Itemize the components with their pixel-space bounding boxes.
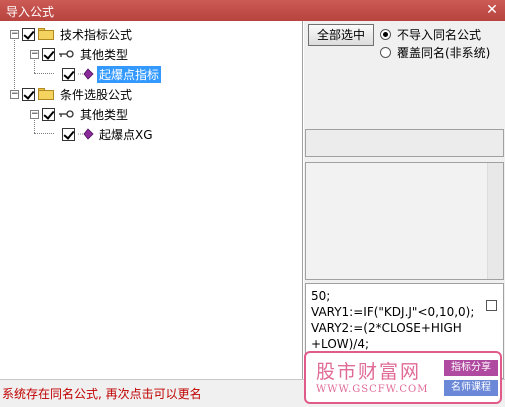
radio-overwrite-duplicates[interactable]: 覆盖同名(非系统) <box>380 44 490 61</box>
options-panel: 全部选中 不导入同名公式 覆盖同名(非系统) 50; VARY1:=IF("KD… <box>304 21 505 379</box>
checkbox[interactable] <box>22 27 35 41</box>
radio-label: 覆盖同名(非系统) <box>397 46 491 60</box>
collapse-toggle[interactable]: − <box>10 29 19 39</box>
checkbox[interactable] <box>22 87 35 101</box>
tree-node-technical-indicators[interactable]: − 技术指标公式 <box>10 25 134 43</box>
watermark-tag: 名师课程 <box>444 380 498 396</box>
formula-tree[interactable]: − 技术指标公式 − 其他类型 起爆点指标 − 条件选股公式 − 其他类型 起爆… <box>0 21 303 379</box>
code-line: VARY2:=(2*CLOSE+HIGH <box>311 321 462 335</box>
close-icon[interactable]: ✕ <box>483 1 501 19</box>
key-icon <box>59 50 74 58</box>
formula-gem-icon <box>78 128 94 140</box>
tree-node-formula-qibaodian[interactable]: 起爆点指标 <box>62 65 162 83</box>
folder-icon <box>38 28 54 40</box>
formula-gem-icon <box>78 68 94 80</box>
tree-node-label: 条件选股公式 <box>60 87 133 102</box>
radio-label: 不导入同名公式 <box>397 28 482 42</box>
code-line: +LOW)/4; <box>311 337 370 351</box>
collapse-toggle[interactable]: − <box>10 89 19 99</box>
tree-node-label: 起爆点指标 <box>97 65 162 83</box>
tree-node-formula-qibaodian-xg[interactable]: 起爆点XG <box>62 125 155 143</box>
watermark-logo: 股市财富网 WWW.GSCFW.COM 指标分享 名师课程 <box>304 351 502 404</box>
tree-node-label: 其他类型 <box>80 107 129 122</box>
select-all-button[interactable]: 全部选中 <box>308 24 374 46</box>
collapse-toggle[interactable]: − <box>30 49 39 59</box>
tree-node-label: 其他类型 <box>80 47 129 62</box>
radio-dot[interactable] <box>380 47 391 58</box>
checkbox[interactable] <box>62 67 75 81</box>
window-title: 导入公式 <box>6 5 55 19</box>
scrollbar[interactable] <box>487 163 503 279</box>
tree-node-label: 技术指标公式 <box>60 27 133 42</box>
checkbox[interactable] <box>42 107 55 121</box>
folder-icon <box>38 88 54 100</box>
tree-node-label: 起爆点XG <box>99 127 153 142</box>
watermark-brand: 股市财富网 <box>316 361 422 383</box>
tree-node-other-type[interactable]: − 其他类型 <box>30 105 130 123</box>
key-icon <box>59 110 74 118</box>
status-message: 系统存在同名公式, 再次点击可以更名 <box>2 387 202 401</box>
tree-node-stock-selection[interactable]: − 条件选股公式 <box>10 85 134 103</box>
collapse-toggle[interactable]: − <box>30 109 39 119</box>
watermark-tag: 指标分享 <box>444 360 498 376</box>
tree-node-other-type[interactable]: − 其他类型 <box>30 45 130 63</box>
checkbox[interactable] <box>62 127 75 141</box>
title-bar: 导入公式 ✕ <box>0 0 505 21</box>
code-line: 50; <box>311 289 331 303</box>
radio-skip-duplicates[interactable]: 不导入同名公式 <box>380 26 481 43</box>
checkbox[interactable] <box>42 47 55 61</box>
code-line: VARY1:=IF("KDJ.J"<0,10,0); <box>311 305 475 319</box>
watermark-url: WWW.GSCFW.COM <box>316 384 429 395</box>
formula-name-field[interactable] <box>305 129 504 157</box>
tree-connector <box>34 133 54 134</box>
radio-dot[interactable] <box>380 29 391 40</box>
description-area[interactable] <box>305 162 504 280</box>
checkbox[interactable] <box>486 300 497 311</box>
tree-connector <box>34 73 54 74</box>
